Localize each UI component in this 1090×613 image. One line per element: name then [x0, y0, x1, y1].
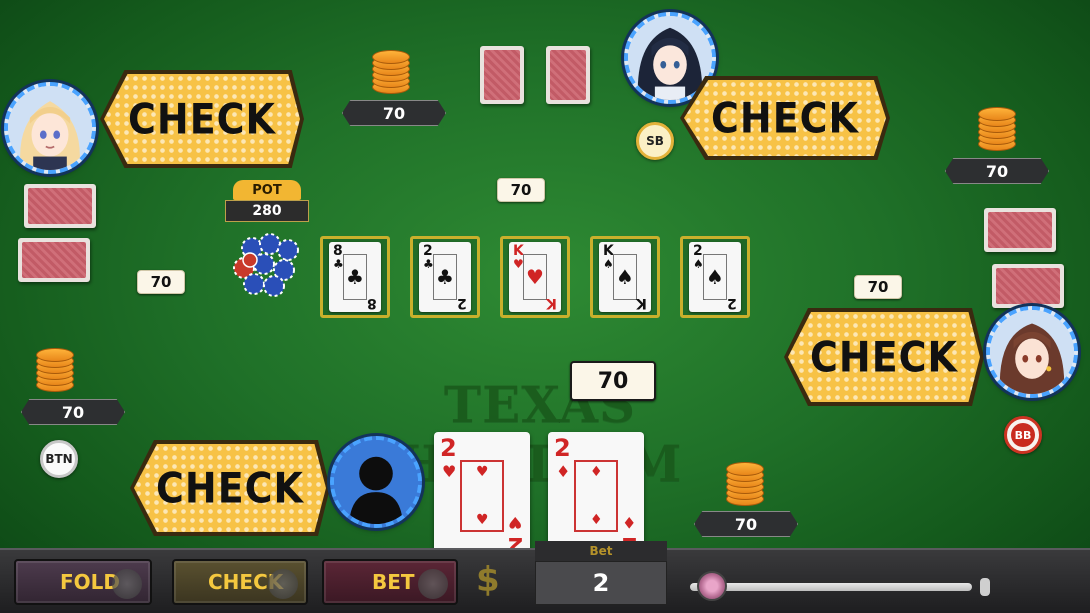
marker-bb-label: BB — [1011, 423, 1035, 447]
bet-amount-right: 70 — [854, 275, 902, 299]
hole-card-back — [18, 238, 90, 282]
bet-amount-hero: 70 — [570, 361, 656, 401]
board-card-slot: K ♠ ♠ K — [590, 236, 660, 318]
hole-card-back — [992, 264, 1064, 308]
chip-stack-hero — [726, 460, 764, 506]
card-rank-bottom: 2 — [457, 295, 467, 311]
bet-amount-left: 70 — [137, 270, 185, 294]
card-rank: 2 — [440, 434, 457, 462]
small-blind-marker: SB — [636, 122, 674, 160]
hole-card-back — [546, 46, 590, 104]
card-suit-bottom-icon: ♦ — [621, 513, 636, 532]
stack-amount-hero: 70 — [694, 511, 798, 537]
chip-stack-top — [372, 48, 410, 94]
dealer-button-marker: BTN — [40, 440, 78, 478]
card-rank-bottom: K — [546, 295, 557, 311]
brunette-character-icon — [990, 310, 1074, 394]
card-rank: 2 — [554, 434, 571, 462]
board-card: K ♥ ♥ K — [509, 242, 561, 312]
card-rank: 2 — [423, 243, 433, 259]
card-pip-icon: ♥ — [476, 512, 489, 528]
marker-btn-label: BTN — [45, 452, 73, 466]
card-face: ♣ — [433, 254, 457, 300]
action-bubble-right: CHECK — [784, 308, 984, 406]
fold-button-label: FOLD — [60, 570, 121, 594]
card-rank-bottom: 8 — [367, 295, 377, 311]
button-knob-icon — [112, 569, 142, 599]
action-bubble-hero: CHECK — [130, 440, 330, 536]
hole-card-back — [984, 208, 1056, 252]
hero-avatar[interactable] — [330, 436, 422, 528]
card-face: ♥ ♥ — [460, 460, 504, 532]
card-rank: 8 — [333, 243, 343, 259]
hero-hole-card: 2 ♥ ♥ ♥ 2 ♥ — [434, 432, 530, 562]
card-pip-icon: ♦ — [590, 464, 603, 480]
poker-table: TEXAS HOLD'EM CHECK 70 70 BTN 70 CHECK S… — [0, 0, 1090, 613]
bet-amount-top: 70 — [497, 178, 545, 202]
card-face: ♥ — [523, 254, 547, 300]
bet-slider-end — [980, 578, 990, 596]
hole-card-back — [480, 46, 524, 104]
currency-icon: $ — [476, 560, 500, 600]
action-text-top: CHECK — [711, 93, 859, 143]
card-suit-icon: ♦ — [556, 462, 571, 481]
player-avatar-right[interactable] — [986, 306, 1078, 398]
check-button[interactable]: CHECK — [172, 559, 308, 605]
card-pip-icon: ♥ — [476, 464, 489, 480]
board-card-slot: 2 ♣ ♣ 2 — [410, 236, 480, 318]
pot-value: 280 — [225, 200, 309, 222]
board-card: K ♠ ♠ K — [599, 242, 651, 312]
board-card: 8 ♣ ♣ 8 — [329, 242, 381, 312]
pot-label: POT — [233, 180, 301, 200]
card-rank-bottom: K — [636, 295, 647, 311]
blonde-character-icon — [8, 86, 92, 170]
bet-amount-input[interactable]: 2 — [535, 561, 667, 605]
card-suit-bottom-icon: ♥ — [507, 513, 522, 532]
stack-amount-top: 70 — [342, 100, 446, 126]
hole-card-back — [24, 184, 96, 228]
bet-button[interactable]: BET — [322, 559, 458, 605]
action-text-left: CHECK — [128, 94, 276, 144]
bet-slider-track[interactable] — [690, 583, 972, 591]
fold-button[interactable]: FOLD — [14, 559, 152, 605]
action-text-right: CHECK — [810, 332, 958, 382]
card-rank-bottom: 2 — [727, 295, 737, 311]
button-knob-icon — [268, 569, 298, 599]
board-card: 2 ♠ ♠ 2 — [689, 242, 741, 312]
card-face: ♣ — [343, 254, 367, 300]
action-bubble-left: CHECK — [100, 70, 304, 168]
bet-button-label: BET — [372, 570, 415, 594]
card-rank: 2 — [693, 243, 703, 259]
chip-stack-right-top — [978, 105, 1016, 151]
card-pip-icon: ♦ — [590, 512, 603, 528]
marker-sb-label: SB — [646, 134, 664, 148]
card-face: ♠ — [613, 254, 637, 300]
bet-header: Bet — [535, 541, 667, 561]
button-knob-icon — [418, 569, 448, 599]
card-suit-icon: ♥ — [442, 462, 457, 481]
stack-amount-left: 70 — [21, 399, 125, 425]
chip-stack-left — [36, 346, 74, 392]
board-card-slot: K ♥ ♥ K — [500, 236, 570, 318]
action-bubble-top: CHECK — [680, 76, 890, 160]
card-face: ♠ — [703, 254, 727, 300]
board-card-slot: 2 ♠ ♠ 2 — [680, 236, 750, 318]
player-avatar-left[interactable] — [4, 82, 96, 174]
action-text-hero: CHECK — [156, 463, 304, 513]
user-silhouette-icon — [334, 440, 418, 524]
pot-chips-icon — [233, 233, 299, 297]
board-card-slot: 8 ♣ ♣ 8 — [320, 236, 390, 318]
card-face: ♦ ♦ — [574, 460, 618, 532]
board-card: 2 ♣ ♣ 2 — [419, 242, 471, 312]
stack-amount-right-top: 70 — [945, 158, 1049, 184]
big-blind-marker: BB — [1004, 416, 1042, 454]
